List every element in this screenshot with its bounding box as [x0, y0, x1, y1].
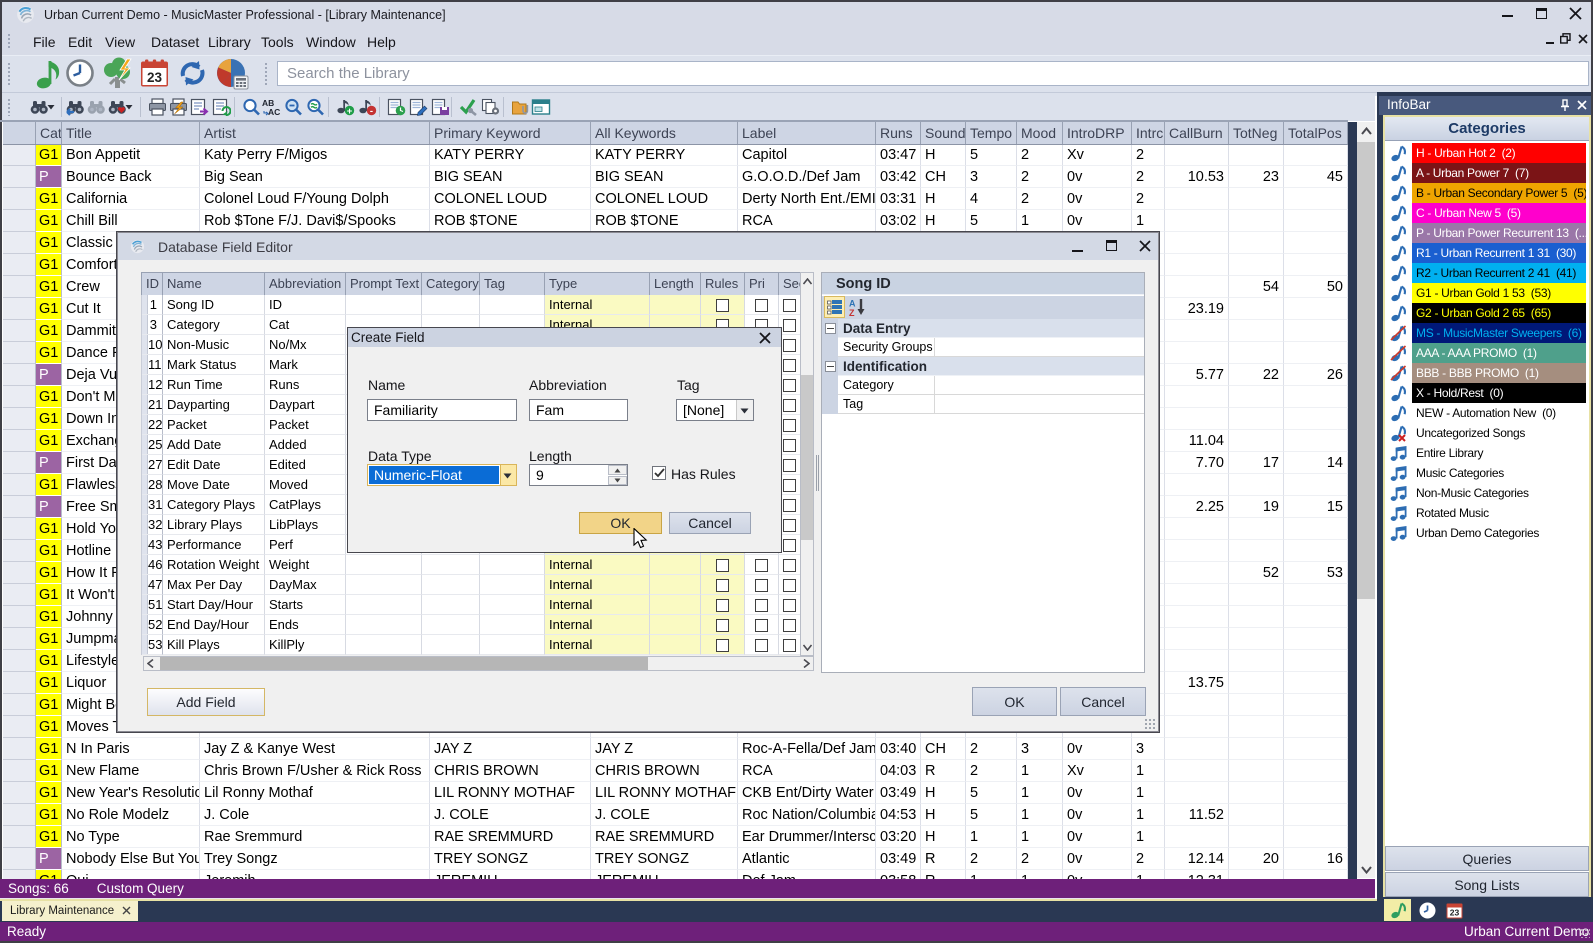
- svg-text:+: +: [347, 106, 353, 116]
- svg-text:A: A: [849, 299, 856, 309]
- svg-text:Z: Z: [849, 308, 855, 317]
- svg-text:23: 23: [147, 70, 163, 85]
- svg-text:-: -: [370, 106, 373, 116]
- svg-text:23: 23: [1450, 908, 1460, 918]
- svg-text:AC: AC: [268, 107, 280, 116]
